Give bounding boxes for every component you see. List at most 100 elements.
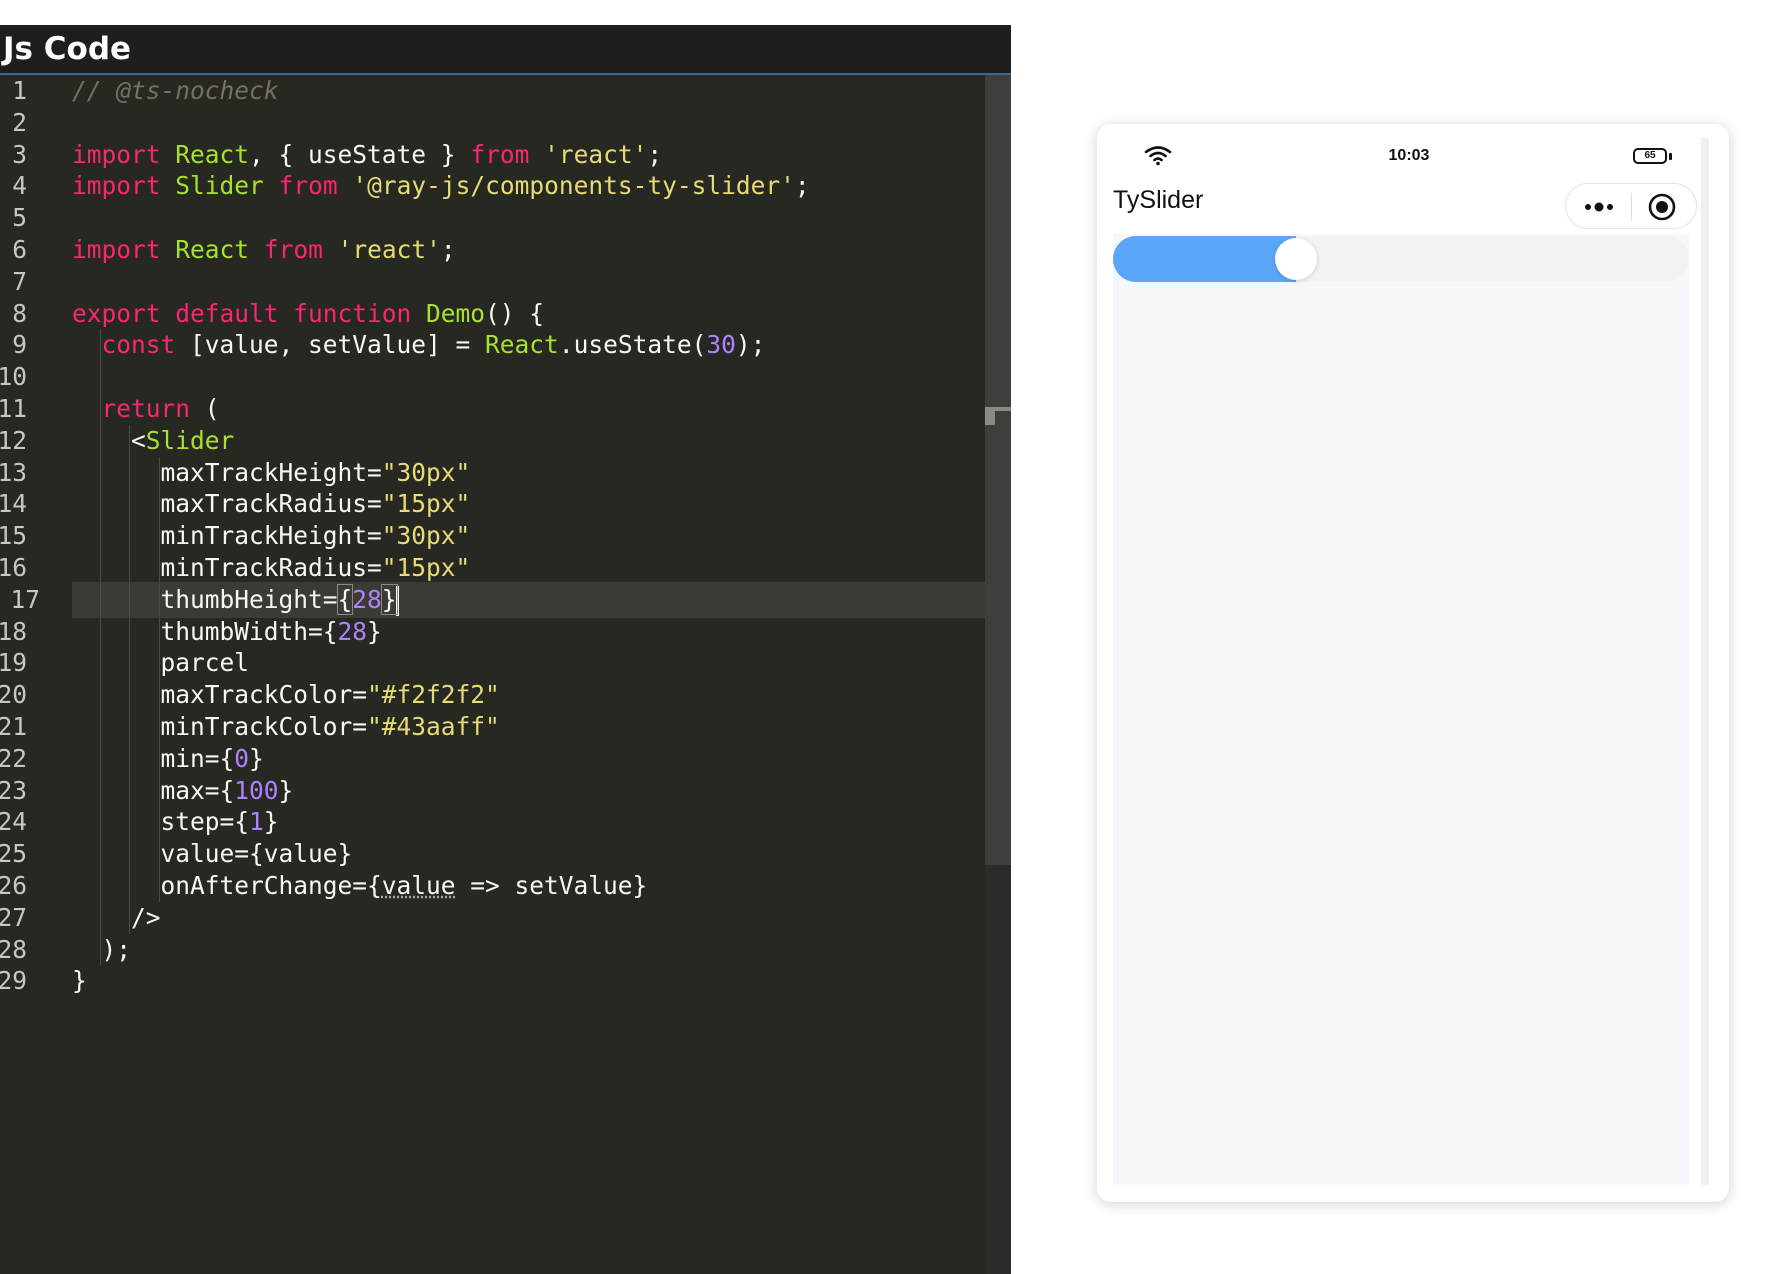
code-text: import React from 'react'; — [72, 235, 456, 264]
line-number: 19 — [0, 648, 27, 678]
code-text: const [value, setValue] = React.useState… — [101, 330, 766, 360]
code-line[interactable]: 11 return ( — [0, 391, 985, 427]
line-number: 7 — [12, 266, 27, 296]
code-line[interactable]: 27 /> — [0, 900, 985, 936]
line-number: 27 — [0, 902, 27, 932]
code-line[interactable]: 17 thumbHeight={28} — [10, 581, 985, 618]
code-line[interactable]: 26 onAfterChange={value => setValue} — [0, 868, 985, 904]
code-text: return ( — [101, 394, 220, 423]
code-line[interactable]: 29} — [0, 963, 985, 999]
status-bar: 10:03 65 — [1113, 136, 1705, 172]
code-line[interactable]: 18 thumbWidth={28} — [0, 614, 985, 650]
battery-nub — [1669, 153, 1672, 160]
line-number: 24 — [0, 807, 27, 837]
nav-title: TySlider — [1113, 186, 1204, 214]
code-text: export default function Demo() { — [72, 298, 545, 328]
code-line[interactable]: 3 import React, { useState } from 'react'… — [0, 137, 985, 173]
line-number: 13 — [0, 457, 27, 487]
code-line[interactable]: 9 const [value, setValue] = React.useSta… — [0, 327, 985, 363]
page-content — [1113, 234, 1689, 1185]
code-text: thumbHeight={28} — [72, 583, 399, 616]
code-text: maxTrackColor="#f2f2f2" — [72, 680, 500, 710]
code-line[interactable]: 25 value={value} — [0, 836, 985, 872]
indent-guide — [158, 456, 160, 902]
line-number: 25 — [0, 839, 27, 869]
slider-thumb[interactable] — [1275, 238, 1318, 280]
code-line[interactable]: 5 — [0, 200, 985, 236]
code-text: maxTrackRadius="15px" — [72, 489, 471, 519]
code-line[interactable]: 14 maxTrackRadius="15px" — [0, 486, 985, 522]
line-number: 28 — [0, 934, 27, 964]
line-number: 3 — [12, 139, 27, 169]
editor-title: Js Code — [3, 31, 132, 67]
code-line[interactable]: 23 max={100} — [0, 773, 985, 809]
code-text: value={value} — [72, 839, 353, 869]
phone-preview: 10:03 65 TySlider — [1097, 124, 1729, 1202]
line-number: 26 — [0, 871, 27, 900]
line-number: 29 — [0, 966, 27, 996]
line-number: 9 — [12, 330, 27, 360]
code-text: step={1} — [72, 807, 279, 837]
code-line[interactable]: 20 maxTrackColor="#f2f2f2" — [0, 677, 985, 713]
code-line[interactable]: 16 minTrackRadius="15px" — [0, 550, 985, 586]
line-number: 15 — [0, 521, 27, 551]
line-number: 21 — [0, 712, 27, 741]
code-text: max={100} — [72, 775, 294, 805]
code-text: /> — [72, 902, 161, 932]
code-text: minTrackHeight="30px" — [72, 521, 471, 551]
code-text: import React, { useState } from 'react'; — [72, 139, 663, 169]
editor-scrollbar[interactable] — [985, 75, 1011, 1274]
code-area[interactable]: 1 // @ts-nocheck 2 3 import React, { useStat… — [0, 75, 985, 1274]
close-miniapp-icon[interactable] — [1647, 192, 1677, 222]
line-number: 16 — [0, 553, 27, 582]
code-line[interactable]: 1 // @ts-nocheck — [0, 73, 985, 109]
line-number: 10 — [0, 362, 27, 392]
code-line[interactable]: 6 import React from 'react'; — [0, 232, 985, 268]
code-line[interactable]: 28 ); — [0, 932, 985, 968]
code-line[interactable]: 8 export default function Demo() { — [0, 296, 985, 332]
code-line[interactable]: 4 import Slider from '@ray-js/components-… — [0, 168, 985, 204]
battery-icon: 65 — [1633, 148, 1667, 164]
miniapp-capsule — [1565, 183, 1697, 229]
line-number: 23 — [0, 775, 27, 805]
code-line[interactable]: 15 minTrackHeight="30px" — [0, 518, 985, 554]
capsule-divider — [1631, 193, 1632, 221]
line-number: 2 — [12, 107, 27, 137]
code-text: ); — [72, 934, 132, 964]
code-text: min={0} — [72, 743, 264, 773]
line-number: 8 — [12, 298, 27, 328]
line-number: 6 — [12, 235, 27, 264]
code-text: } — [72, 966, 87, 996]
editor-header: Js Code — [0, 25, 1011, 75]
code-text: minTrackRadius="15px" — [72, 553, 471, 582]
slider-track[interactable] — [1113, 236, 1689, 282]
indent-guide — [99, 329, 101, 966]
code-line[interactable]: 22 min={0} — [0, 741, 985, 777]
code-line[interactable]: 13 maxTrackHeight="30px" — [0, 455, 985, 491]
indent-guide — [129, 424, 130, 934]
line-number: 11 — [0, 394, 27, 423]
editor-scrollbar-thumb[interactable] — [985, 75, 1011, 865]
code-editor-panel: Js Code 1 // @ts-nocheck 2 3 import React, {… — [0, 25, 1011, 1274]
more-options-icon[interactable] — [1581, 196, 1617, 218]
code-line[interactable]: 24 step={1} — [0, 804, 985, 840]
code-line[interactable]: 2 — [0, 105, 985, 141]
line-number: 18 — [0, 616, 27, 646]
code-line[interactable]: 10 — [0, 359, 985, 395]
line-number: 22 — [0, 743, 27, 773]
code-text: // @ts-nocheck — [72, 76, 279, 105]
line-number: 17 — [10, 584, 40, 614]
line-number: 12 — [0, 425, 27, 455]
code-line[interactable]: 21 minTrackColor="#43aaff" — [0, 709, 985, 745]
code-text: thumbWidth={28} — [72, 616, 382, 646]
preview-scrollbar[interactable] — [1701, 138, 1709, 1185]
line-number: 14 — [0, 489, 27, 519]
code-line[interactable]: 12 <Slider — [0, 423, 985, 459]
scrollbar-cursor-marker-tick — [985, 411, 995, 425]
line-number: 5 — [12, 203, 27, 233]
status-time: 10:03 — [1388, 147, 1430, 164]
code-line[interactable]: 19 parcel — [0, 645, 985, 681]
code-text: <Slider — [72, 425, 235, 455]
code-line[interactable]: 7 — [0, 264, 985, 300]
code-text: minTrackColor="#43aaff" — [72, 712, 500, 741]
